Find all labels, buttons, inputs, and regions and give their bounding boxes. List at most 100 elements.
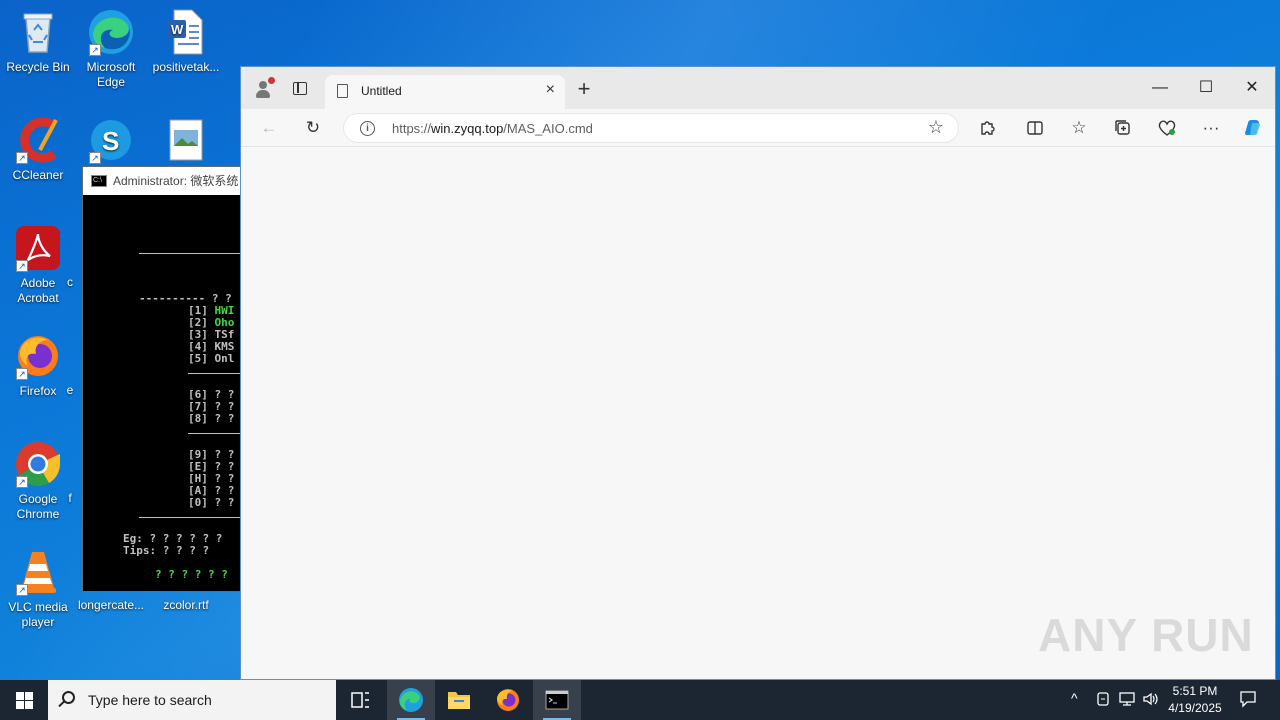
shortcut-arrow-icon: ↗ [16,260,28,272]
taskbar-search[interactable]: Type here to search [48,680,336,720]
maximize-button[interactable]: ☐ [1183,73,1229,103]
search-placeholder: Type here to search [88,692,212,708]
browser-window[interactable]: Untitled × + — ☐ ✕ ← ↻ i https://win.zyq… [240,66,1276,680]
system-clock[interactable]: 5:51 PM 4/19/2025 [1160,683,1230,717]
show-hidden-icons-icon[interactable]: ^ [1071,690,1078,706]
chrome-icon: ↗ [14,440,62,488]
desktop-icon-longercate[interactable]: longercate... [73,598,149,613]
url-path: /MAS_AIO.cmd [503,121,593,136]
profile-icon[interactable] [253,77,275,99]
url-text[interactable]: https://win.zyqq.top/MAS_AIO.cmd [392,121,593,136]
copilot-icon[interactable] [1241,116,1265,140]
divider [188,373,241,374]
taskbar-edge[interactable] [387,680,435,720]
shortcut-arrow-icon: ↗ [16,368,28,380]
address-bar[interactable]: i https://win.zyqq.top/MAS_AIO.cmd ☆ [343,113,959,143]
divider [139,517,241,518]
cmd-title: Administrator: 微软系统 [113,174,239,188]
shortcut-arrow-icon: ↗ [16,476,28,488]
split-screen-icon[interactable] [1023,116,1047,140]
cmd-icon: C:\ [91,175,107,187]
task-view-button[interactable] [336,680,384,720]
svg-text:S: S [102,126,119,156]
desktop-icon-positivetak[interactable]: W positivetak... [148,8,224,75]
site-info-icon[interactable]: i [360,121,375,136]
taskbar: Type here to search ^ 5:51 PM 4/19/2025 [0,680,1280,720]
vlc-icon: ↗ [14,548,62,596]
shortcut-arrow-icon: ↗ [89,152,101,164]
ccleaner-icon: ↗ [14,116,62,164]
volume-icon[interactable] [1142,690,1160,711]
shortcut-arrow-icon: ↗ [89,44,101,56]
taskbar-file-explorer[interactable] [435,680,483,720]
desktop-icon-skype[interactable]: S ↗ [73,116,149,168]
page-content[interactable] [241,147,1275,679]
word-document-icon: W [162,8,210,56]
desktop-icon-ccleaner[interactable]: ↗ CCleaner [0,116,76,183]
icon-label: longercate... [77,598,145,612]
edge-icon: ↗ [87,8,135,56]
notifications-icon[interactable] [1238,689,1258,712]
browser-toolbar: ← ↻ i https://win.zyqq.top/MAS_AIO.cmd ☆… [241,109,1275,147]
tab-strip: Untitled × + — ☐ ✕ [241,67,1275,109]
desktop-icon-microsoft-edge[interactable]: ↗ Microsoft Edge [73,8,149,90]
collections-icon[interactable] [1111,116,1135,140]
taskbar-cmd[interactable] [533,680,581,720]
page-icon [337,84,348,98]
search-icon [62,691,75,704]
cmd-window[interactable]: C:\ Administrator: 微软系统 ---------- ? ? [… [82,166,242,592]
cmd-titlebar[interactable]: C:\ Administrator: 微软系统 [83,167,241,195]
icon-label: Microsoft Edge [86,60,136,89]
icon-label: CCleaner [12,168,64,182]
desktop-icon-zcolor[interactable]: zcolor.rtf [148,598,224,613]
close-window-button[interactable]: ✕ [1229,73,1275,103]
more-options-icon[interactable]: ··· [1199,116,1223,140]
device-icon[interactable] [1096,690,1112,711]
firefox-icon: ↗ [14,332,62,380]
icon-label: Recycle Bin [6,60,70,74]
start-button[interactable] [0,680,48,720]
desktop-icon-google-chrome[interactable]: ↗ Google Chrome [0,440,76,522]
desktop-icon-image-file[interactable] [148,116,224,168]
cmd-console[interactable]: ---------- ? ? [1] HWI [2] Oho [3] TSf [… [83,195,241,591]
back-button[interactable]: ← [257,116,281,140]
cmd-line: [8] ? ? [188,412,235,425]
minimize-button[interactable]: — [1137,73,1183,103]
cmd-line: [0] ? ? [188,496,235,509]
tab-title: Untitled [361,84,402,98]
divider [139,253,241,254]
desktop-icon-recycle-bin[interactable]: Recycle Bin [0,8,76,75]
cmd-line: [5] Onl [188,352,235,365]
icon-label: zcolor.rtf [163,598,209,612]
extensions-icon[interactable] [975,116,999,140]
browser-essentials-icon[interactable] [1155,116,1179,140]
shortcut-arrow-icon: ↗ [16,152,28,164]
close-tab-icon[interactable]: × [546,81,555,99]
cmd-line: Tips: ? ? ? ? [123,544,210,557]
url-host: win.zyqq.top [431,121,504,136]
cmd-prompt: ? ? ? ? ? ? [155,568,228,581]
desktop-icon-vlc[interactable]: ↗ VLC media player [0,548,76,630]
tab-actions-icon[interactable] [293,82,307,95]
tab-untitled[interactable]: Untitled × [325,75,565,109]
favorite-star-icon[interactable]: ☆ [928,117,944,138]
icon-label: f [68,491,72,505]
svg-text:W: W [171,22,184,37]
clock-time: 5:51 PM [1172,684,1218,698]
skype-icon: S ↗ [87,116,135,164]
image-file-icon [162,116,210,164]
desktop-icon-adobe-acrobat[interactable]: ↗ Adobe Acrobat [0,224,76,306]
favorites-icon[interactable]: ☆ [1067,116,1091,140]
icon-label: c [67,275,73,289]
icon-label: VLC media player [8,600,68,629]
acrobat-icon: ↗ [14,224,62,272]
url-scheme: https:// [392,121,432,136]
icon-label: e [66,383,74,397]
recycle-bin-icon [14,8,62,56]
icon-label: positivetak... [152,60,220,74]
refresh-button[interactable]: ↻ [301,116,325,140]
network-icon[interactable] [1118,690,1136,711]
taskbar-firefox[interactable] [484,680,532,720]
new-tab-button[interactable]: + [571,76,597,102]
shortcut-arrow-icon: ↗ [16,584,28,596]
